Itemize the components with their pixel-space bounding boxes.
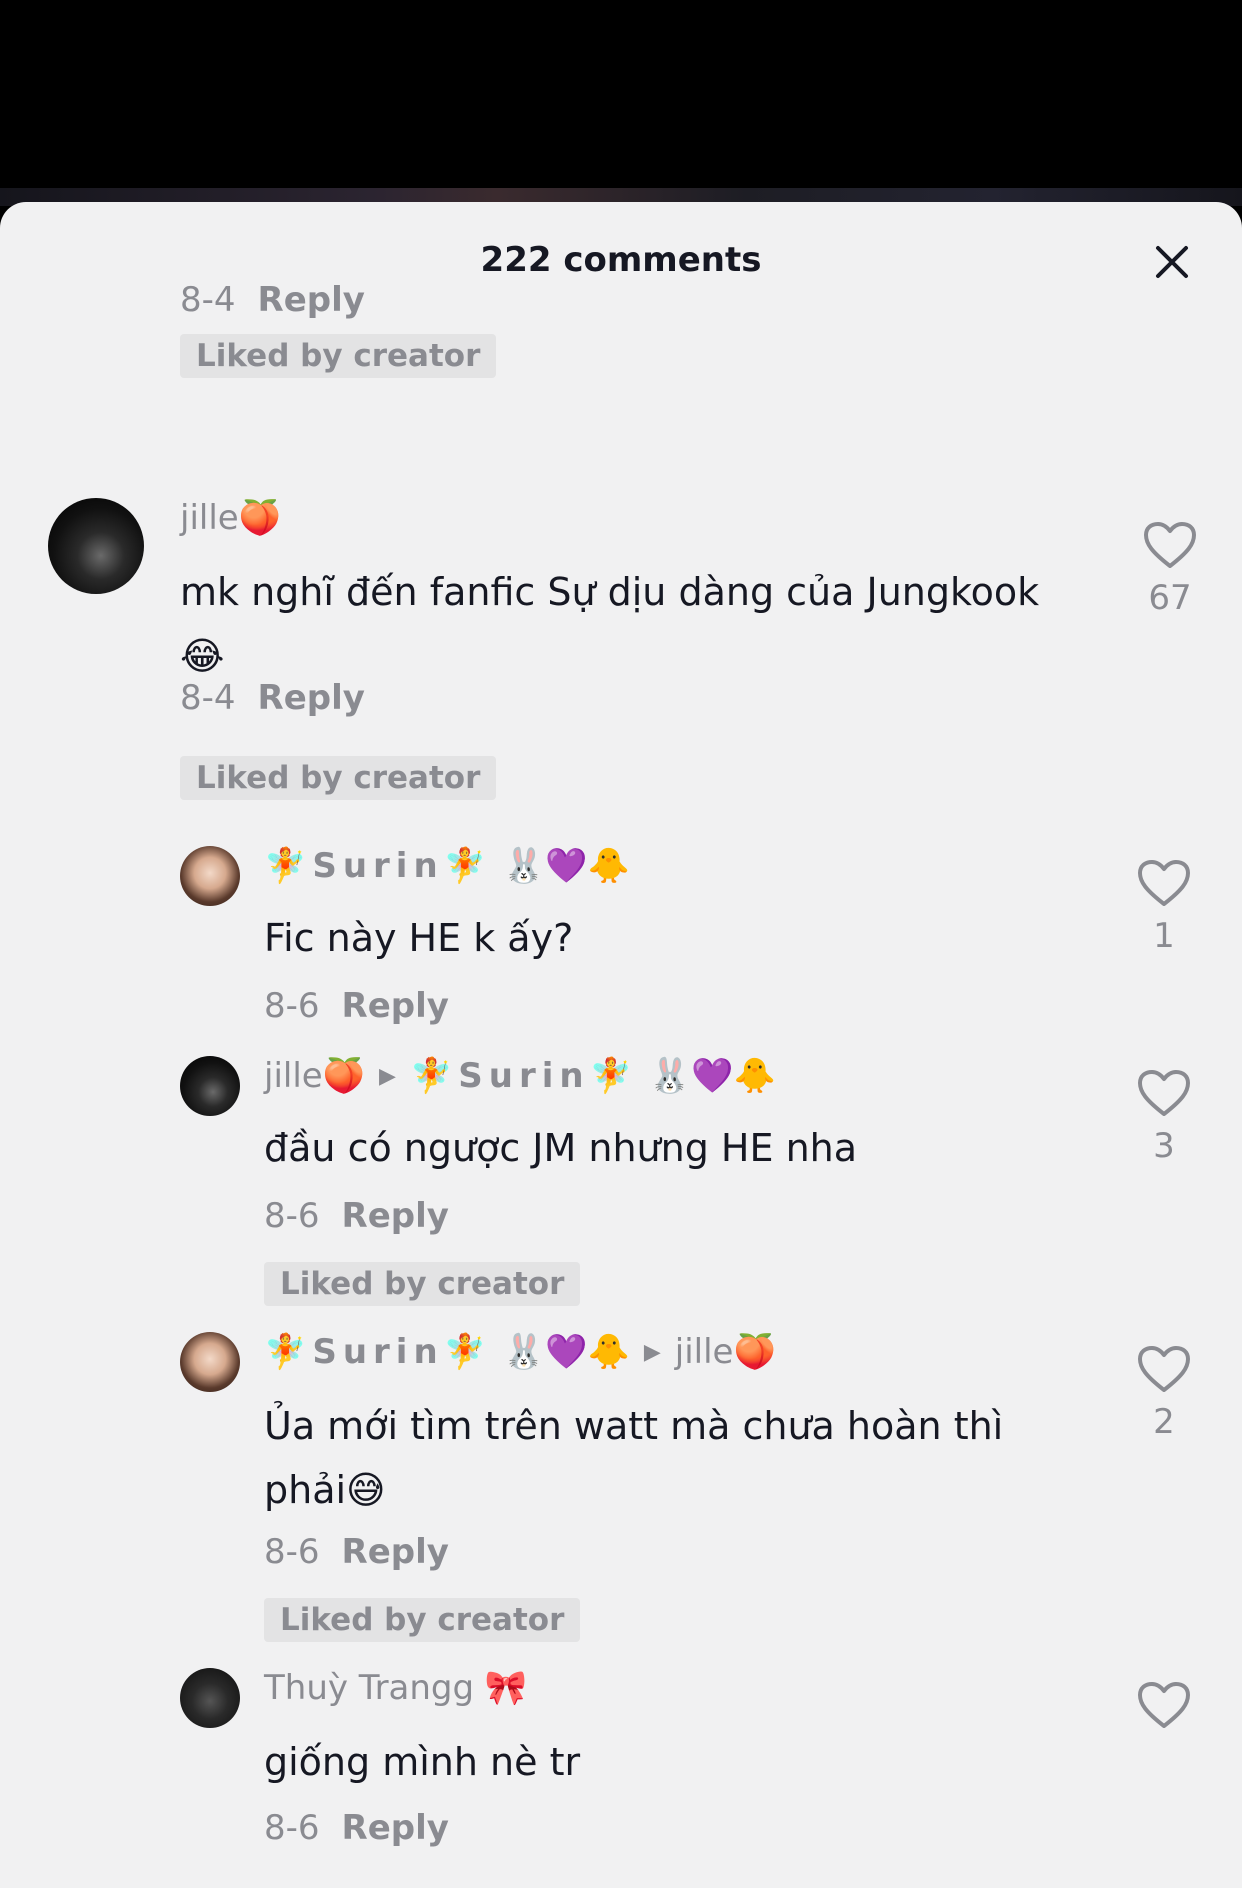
reply-button[interactable]: Reply [342,986,449,1026]
heart-icon [1138,1070,1190,1116]
comment-date: 8-6 [264,1532,320,1572]
like-count: 3 [1153,1126,1175,1166]
comment-username[interactable]: jille🍑 ▶ 🧚Surin🧚 🐰💜🐥 [264,1056,776,1096]
like-button[interactable] [1136,1068,1192,1122]
like-button[interactable] [1136,1680,1192,1734]
comment-username[interactable]: Thuỳ Trangg 🎀 [264,1668,527,1708]
comment-meta: 8-6 Reply [264,986,449,1026]
comment-text: Ủa mới tìm trên watt mà chưa hoàn thì phả… [264,1404,1004,1512]
like-button[interactable] [1142,520,1198,574]
liked-by-creator-badge: Liked by creator [264,1262,581,1306]
prev-comment-meta: 8-4 Reply [180,280,365,320]
like-count: 1 [1153,916,1175,956]
comment-meta: 8-4 Reply [180,678,365,718]
comment-text: giống mình nè tr [264,1740,581,1784]
heart-icon [1138,860,1190,906]
comment-date: 8-6 [264,1808,320,1848]
prev-reply-button[interactable]: Reply [258,280,365,320]
reply-button[interactable]: Reply [342,1808,449,1848]
like-count: 2 [1153,1402,1175,1442]
avatar[interactable] [180,1668,240,1728]
avatar[interactable] [180,846,240,906]
like-count: 67 [1148,578,1192,618]
reply-button[interactable]: Reply [342,1196,449,1236]
heart-icon [1138,1346,1190,1392]
comment-date: 8-4 [180,678,236,718]
comment-username[interactable]: 🧚Surin🧚 🐰💜🐥 ▶ jille🍑 [264,1332,776,1372]
comment-text: mk nghĩ đến fanfic Sự dịu dàng của Jungk… [180,570,1040,678]
comment-meta: 8-6 Reply [264,1532,449,1572]
comment-username[interactable]: jille🍑 [180,498,281,538]
video-background [0,0,1242,190]
comment-username[interactable]: 🧚Surin🧚 🐰💜🐥 [264,846,630,886]
comment-meta: 8-6 Reply [264,1196,449,1236]
avatar[interactable] [180,1056,240,1116]
comment-date: 8-6 [264,986,320,1026]
comment-text: đầu có ngược JM nhưng HE nha [264,1126,858,1170]
heart-icon [1138,1682,1190,1728]
reply-button[interactable]: Reply [258,678,365,718]
close-button[interactable] [1152,242,1192,282]
triangle-right-icon: ▶ [643,1339,661,1365]
comment-date: 8-6 [264,1196,320,1236]
prev-liked-by-creator-badge: Liked by creator [180,334,497,378]
liked-by-creator-badge: Liked by creator [264,1598,581,1642]
reply-button[interactable]: Reply [342,1532,449,1572]
like-button[interactable] [1136,858,1192,912]
comments-sheet: 222 comments 8-4 Reply Liked by creator j… [0,202,1242,1888]
comment-meta: 8-6 Reply [264,1808,449,1848]
avatar[interactable] [180,1332,240,1392]
like-button[interactable] [1136,1344,1192,1398]
triangle-right-icon: ▶ [379,1063,396,1089]
comments-count-title: 222 comments [480,240,762,280]
prev-comment-date: 8-4 [180,280,236,320]
emoji: 😂 [180,634,225,678]
heart-icon [1144,522,1196,568]
comment-text: Fic này HE k ấy? [264,916,574,960]
avatar[interactable] [48,498,144,594]
liked-by-creator-badge: Liked by creator [180,756,497,800]
close-icon [1156,246,1188,278]
